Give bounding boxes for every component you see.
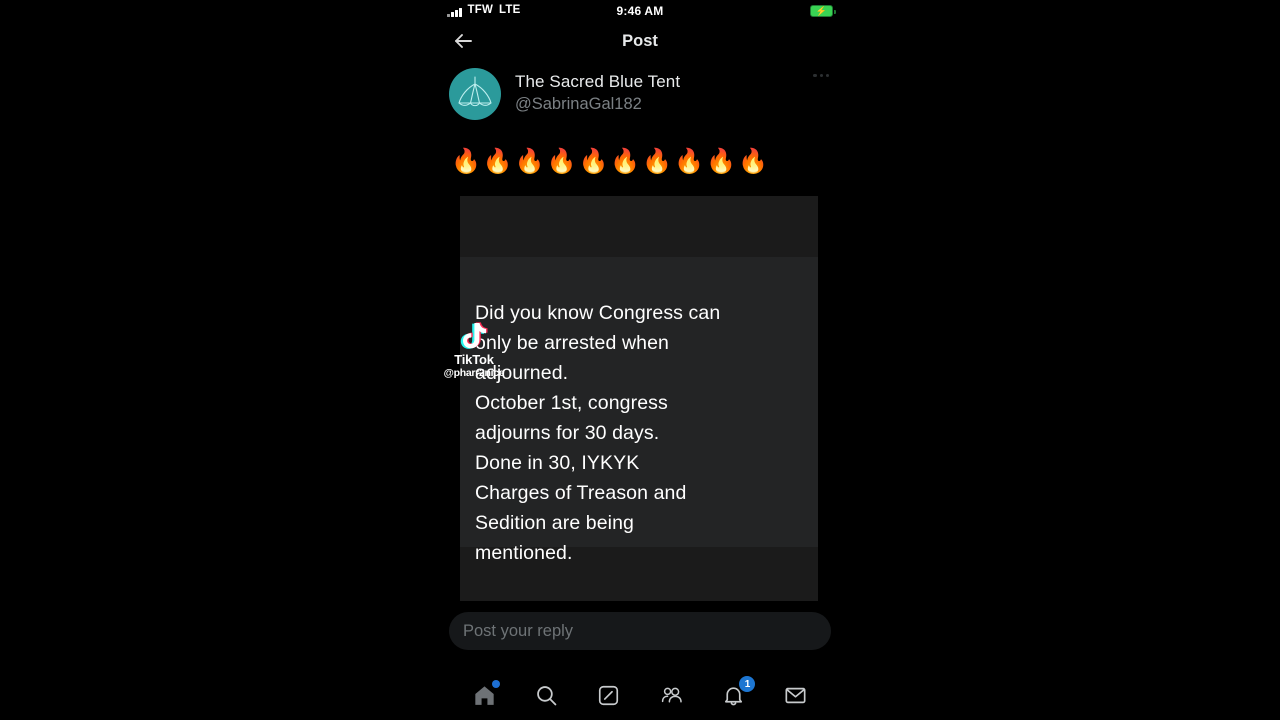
video-caption-line: adjourned. bbox=[475, 362, 569, 384]
video-caption-line: Charges of Treason and bbox=[475, 482, 687, 504]
status-bar-right: ⚡ bbox=[810, 5, 836, 17]
nav-notifications[interactable]: 1 bbox=[718, 676, 756, 710]
search-icon bbox=[537, 685, 557, 705]
bottom-nav: 1 bbox=[435, 670, 845, 720]
status-bar: TFW LTE 9:46 AM ⚡ bbox=[435, 0, 845, 22]
tent-avatar-icon[interactable] bbox=[449, 68, 501, 120]
reply-bar: Post your reply bbox=[435, 601, 845, 650]
app-header: Post bbox=[435, 22, 845, 60]
video-caption-line: Did you know Congress can bbox=[475, 302, 721, 324]
page-title: Post bbox=[622, 31, 658, 50]
video-caption-line: only be arrested when bbox=[475, 332, 669, 354]
status-bar-clock: 9:46 AM bbox=[616, 4, 664, 18]
notifications-badge: 1 bbox=[739, 676, 756, 692]
author-names: The Sacred Blue Tent @SabrinaGal182 bbox=[515, 68, 680, 116]
post-text: 🔥🔥🔥🔥🔥🔥🔥🔥🔥🔥 bbox=[451, 148, 770, 175]
grok-icon bbox=[599, 685, 619, 705]
tiktok-brand-label: TikTok bbox=[454, 352, 494, 367]
envelope-icon bbox=[785, 687, 806, 703]
video-caption-line: Sedition are being bbox=[475, 512, 634, 534]
nav-grok[interactable] bbox=[594, 680, 624, 710]
video-caption-line: mentioned. bbox=[475, 542, 573, 564]
battery-charging-icon: ⚡ bbox=[810, 5, 836, 17]
video-caption: Did you know Congress can only be arreste… bbox=[475, 298, 775, 568]
screen: TFW LTE 9:46 AM ⚡ Post The Sacred Blue T… bbox=[0, 0, 1280, 720]
video-caption-line: Done in 30, IYKYK bbox=[475, 452, 640, 474]
nav-messages[interactable] bbox=[781, 680, 811, 710]
back-arrow-icon[interactable] bbox=[451, 29, 475, 53]
communities-icon bbox=[661, 687, 682, 703]
nav-communities[interactable] bbox=[656, 680, 686, 710]
post-media[interactable]: TikTok @pharr2nice Did you know Congress… bbox=[435, 196, 845, 601]
more-options-icon[interactable] bbox=[813, 74, 829, 78]
home-badge-dot bbox=[492, 680, 501, 688]
video-caption-line: adjourns for 30 days. bbox=[475, 422, 660, 444]
tiktok-watermark: TikTok @pharr2nice bbox=[443, 318, 505, 379]
author-display-name: The Sacred Blue Tent bbox=[515, 72, 681, 91]
phone-viewport: TFW LTE 9:46 AM ⚡ Post The Sacred Blue T… bbox=[435, 0, 845, 720]
tiktok-note-icon bbox=[457, 318, 491, 352]
nav-home[interactable] bbox=[469, 680, 501, 710]
video-caption-line: October 1st, congress bbox=[475, 392, 668, 414]
post-author-row: The Sacred Blue Tent @SabrinaGal182 bbox=[435, 60, 845, 120]
author-handle: @SabrinaGal182 bbox=[515, 95, 642, 114]
reply-input[interactable]: Post your reply bbox=[449, 612, 831, 650]
tiktok-creator-handle: @pharr2nice bbox=[443, 366, 505, 379]
charging-bolt-icon: ⚡ bbox=[815, 5, 828, 16]
nav-search[interactable] bbox=[531, 680, 561, 710]
